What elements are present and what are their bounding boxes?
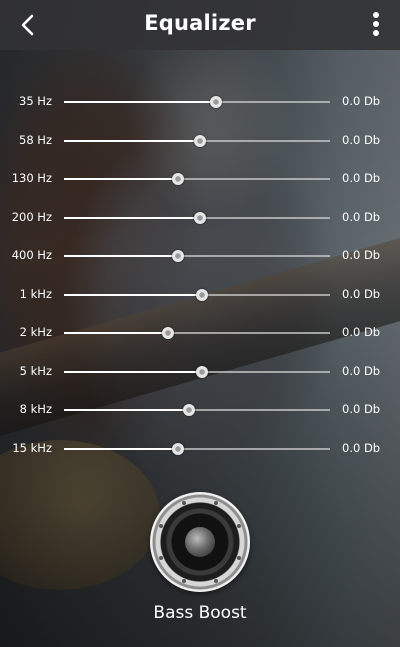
slider-fill (64, 447, 179, 450)
slider-thumb[interactable] (193, 134, 206, 147)
speaker-screw (236, 556, 241, 561)
band-frequency-label: 200 Hz (11, 209, 52, 224)
band-frequency-label: 400 Hz (11, 248, 52, 262)
speaker-screw (214, 501, 219, 506)
slider-fill (64, 255, 179, 257)
speaker-screw (236, 523, 241, 528)
eq-band-row: 5 kHz 0.0 Db (0, 360, 400, 384)
more-vert-icon[interactable] (368, 12, 384, 38)
speaker-screw (181, 501, 186, 506)
eq-band-row: 35 Hz 0.0 Db (0, 90, 400, 114)
slider-fill (64, 293, 203, 296)
speaker-screw (159, 556, 164, 561)
app-bar: Equalizer (0, 0, 400, 50)
band-slider[interactable] (64, 404, 330, 416)
slider-fill (64, 409, 190, 411)
band-frequency-label: 58 Hz (19, 132, 52, 147)
band-frequency-label: 15 kHz (12, 440, 52, 455)
slider-thumb[interactable] (209, 96, 222, 108)
band-gain-value: 0.0 Db (342, 132, 381, 147)
slider-fill (64, 216, 200, 219)
band-gain-value: 0.0 Db (342, 94, 381, 108)
band-frequency-label: 8 kHz (19, 402, 52, 416)
band-gain-value: 0.0 Db (342, 402, 381, 416)
slider-fill (64, 370, 203, 373)
slider-fill (64, 178, 179, 180)
band-frequency-label: 2 kHz (19, 325, 52, 339)
band-frequency-label: 1 kHz (19, 286, 52, 301)
band-gain-value: 0.0 Db (342, 171, 381, 185)
speaker-screw (159, 523, 164, 528)
band-slider[interactable] (64, 365, 330, 378)
band-gain-value: 0.0 Db (342, 325, 381, 339)
band-slider[interactable] (64, 250, 330, 262)
eq-band-row: 8 kHz 0.0 Db (0, 398, 400, 422)
eq-band-row: 130 Hz 0.0 Db (0, 167, 400, 191)
slider-thumb[interactable] (161, 327, 174, 339)
slider-fill (64, 101, 216, 103)
slider-thumb[interactable] (172, 250, 185, 262)
band-gain-value: 0.0 Db (342, 209, 381, 224)
eq-band-row: 15 kHz 0.0 Db (0, 437, 400, 461)
slider-thumb[interactable] (183, 404, 196, 416)
slider-thumb[interactable] (193, 211, 206, 224)
band-gain-value: 0.0 Db (342, 363, 381, 378)
band-gain-value: 0.0 Db (342, 286, 381, 301)
band-slider[interactable] (64, 442, 330, 455)
eq-band-row: 1 kHz 0.0 Db (0, 283, 400, 307)
band-slider[interactable] (64, 211, 330, 224)
band-slider[interactable] (64, 134, 330, 147)
slider-thumb[interactable] (172, 442, 185, 455)
eq-band-row: 2 kHz 0.0 Db (0, 321, 400, 345)
slider-thumb[interactable] (196, 288, 209, 301)
eq-band-row: 58 Hz 0.0 Db (0, 129, 400, 153)
slider-fill (64, 332, 168, 334)
band-frequency-label: 5 kHz (19, 363, 52, 378)
band-frequency-label: 130 Hz (11, 171, 52, 185)
speaker-icon[interactable] (150, 492, 250, 592)
band-gain-value: 0.0 Db (342, 248, 381, 262)
eq-band-row: 400 Hz 0.0 Db (0, 244, 400, 268)
bass-boost-label: Bass Boost (153, 603, 247, 623)
slider-fill (64, 139, 200, 142)
eq-band-row: 200 Hz 0.0 Db (0, 206, 400, 230)
band-slider[interactable] (64, 96, 330, 108)
band-frequency-label: 35 Hz (19, 94, 52, 108)
slider-thumb[interactable] (172, 173, 185, 185)
slider-thumb[interactable] (196, 365, 209, 378)
speaker-screw (181, 578, 186, 583)
band-slider[interactable] (64, 327, 330, 339)
page-title: Equalizer (144, 11, 256, 35)
band-slider[interactable] (64, 288, 330, 301)
speaker-screw (214, 578, 219, 583)
band-slider[interactable] (64, 173, 330, 185)
speaker-cap (185, 527, 215, 557)
band-gain-value: 0.0 Db (342, 440, 381, 455)
